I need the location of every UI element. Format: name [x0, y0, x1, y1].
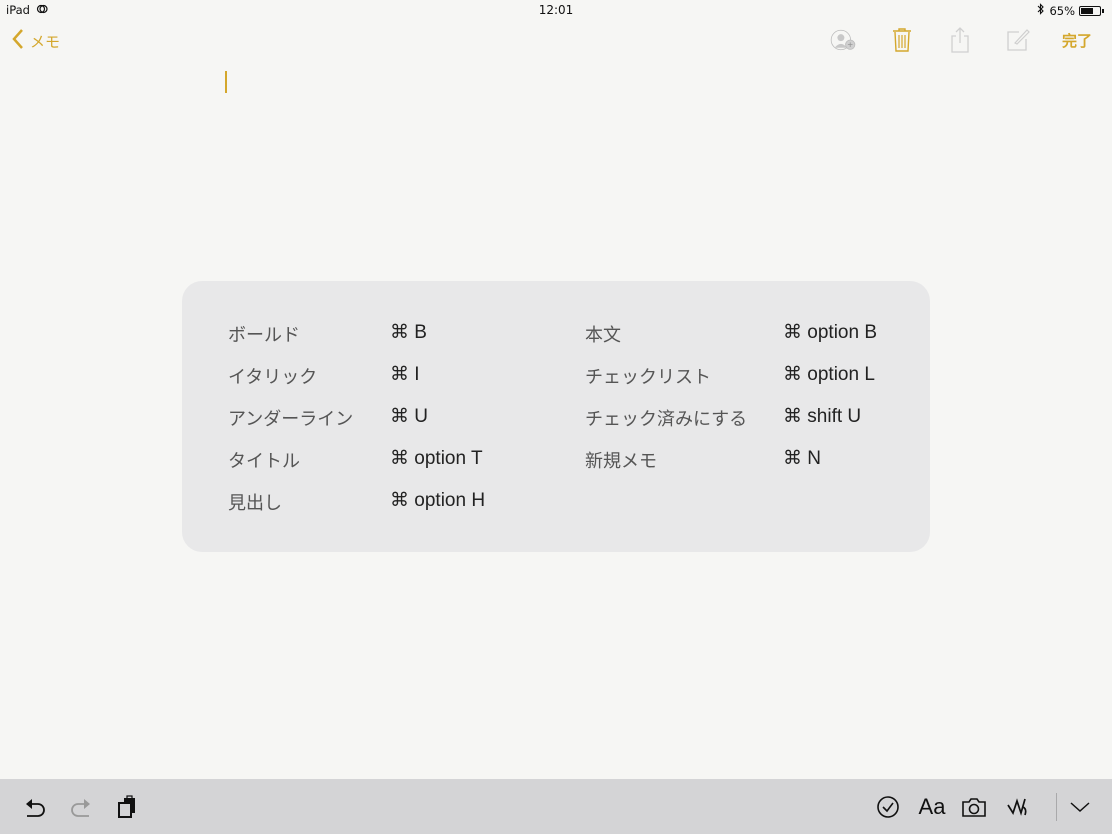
toolbar-divider [1056, 793, 1057, 821]
add-people-icon [830, 29, 856, 51]
text-cursor [225, 71, 227, 93]
hide-keyboard-button[interactable] [1066, 793, 1094, 821]
battery-level [1081, 7, 1093, 14]
redo-icon [71, 799, 90, 817]
paste-button[interactable] [113, 793, 141, 821]
status-bar: iPad 12:01 65% [0, 0, 1112, 20]
shortcut-key: ⌘ B [390, 322, 427, 343]
back-label: メモ [30, 32, 61, 51]
shortcut-label: タイトル [228, 451, 300, 472]
shortcut-label: 本文 [585, 325, 621, 346]
bluetooth-icon [1037, 3, 1045, 18]
battery-icon [1079, 5, 1101, 16]
shortcut-label: アンダーライン [228, 409, 354, 430]
shortcut-label: チェックリスト [585, 367, 711, 388]
share-button[interactable] [946, 26, 974, 54]
redo-button[interactable] [67, 793, 95, 821]
battery-tip [1102, 8, 1104, 13]
trash-icon [892, 28, 911, 52]
share-icon [951, 27, 969, 53]
shortcut-label: 見出し [228, 493, 282, 514]
battery-percent: 65% [1049, 3, 1075, 18]
shortcut-label: チェック済みにする [585, 409, 748, 430]
paste-icon [118, 795, 135, 818]
sketch-button[interactable] [1004, 793, 1032, 821]
camera-icon [962, 798, 986, 817]
add-people-button[interactable] [830, 26, 858, 54]
chevron-down-icon [1070, 802, 1090, 813]
checklist-icon [877, 796, 899, 818]
done-button[interactable]: 完了 [1062, 30, 1092, 51]
shortcut-label: ボールド [228, 325, 300, 346]
shortcut-key: ⌘ shift U [783, 406, 862, 427]
shortcut-key: ⌘ option H [390, 490, 486, 511]
shortcut-key: ⌘ option B [783, 322, 877, 343]
checklist-button[interactable] [874, 793, 902, 821]
compose-button[interactable] [1004, 26, 1032, 54]
shortcut-key: ⌘ option L [783, 364, 875, 385]
undo-icon [26, 799, 45, 817]
shortcut-key: ⌘ option T [390, 448, 483, 469]
delete-button[interactable] [888, 26, 916, 54]
sketch-icon [1007, 798, 1027, 816]
compose-icon [1007, 29, 1030, 51]
undo-button[interactable] [21, 793, 49, 821]
back-button[interactable]: メモ [12, 28, 60, 54]
shortcut-key: ⌘ I [390, 364, 420, 385]
camera-button[interactable] [960, 793, 988, 821]
bottom-toolbar: Aa [0, 779, 1112, 834]
navigation-bar: メモ 完了 [0, 24, 1112, 60]
status-time: 12:01 [538, 3, 574, 17]
shortcut-label: 新規メモ [585, 451, 657, 472]
shortcut-label: イタリック [228, 367, 318, 388]
shortcut-key: ⌘ U [390, 406, 428, 427]
chevron-left-icon [12, 28, 24, 54]
keyboard-shortcuts-panel: ボールド ⌘ B イタリック ⌘ I アンダーライン ⌘ U タイトル ⌘ op… [182, 281, 930, 552]
shortcut-key: ⌘ N [783, 448, 821, 469]
format-button[interactable]: Aa [917, 793, 947, 821]
